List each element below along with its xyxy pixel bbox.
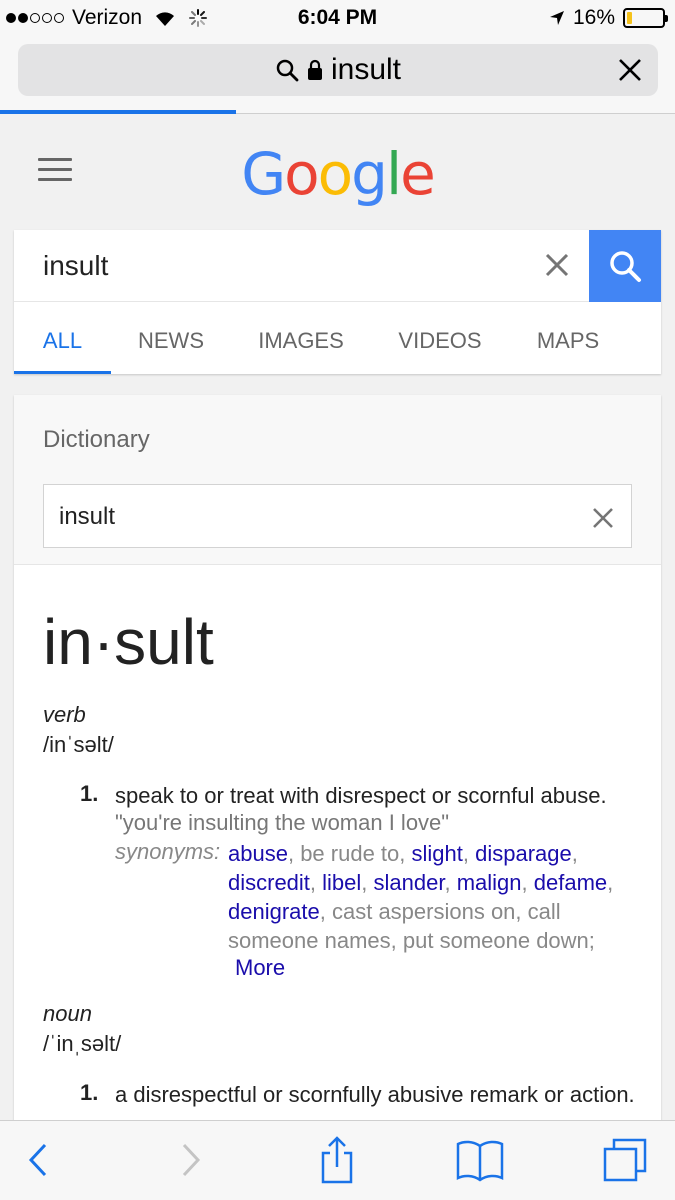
search-card: insult ALL NEWS IMAGES VIDEOS MAPS: [14, 230, 661, 374]
synonym-link[interactable]: malign: [457, 870, 522, 895]
synonym-link[interactable]: abuse: [228, 841, 288, 866]
noun-definition: a disrespectful or scornfully abusive re…: [115, 1082, 635, 1107]
search-icon: [276, 59, 299, 82]
clear-search-icon[interactable]: [544, 252, 570, 278]
noun-pos: noun: [43, 1001, 92, 1026]
bookmarks-button[interactable]: [455, 1135, 505, 1185]
synonym-link[interactable]: slander: [374, 870, 445, 895]
noun-pronunciation: /ˈinˌsəlt/: [43, 1031, 122, 1056]
chevron-right-icon: [182, 1143, 201, 1177]
status-bar: Verizon 6:04 PM 16%: [0, 0, 675, 40]
synonym-link[interactable]: discredit: [228, 870, 310, 895]
search-button[interactable]: [589, 230, 661, 302]
browser-address-area: insult: [0, 40, 675, 114]
verb-definition: speak to or treat with disrespect or sco…: [115, 783, 607, 808]
tabs-icon: [603, 1138, 647, 1182]
synonym-link[interactable]: libel: [322, 870, 361, 895]
location-arrow-icon: [549, 11, 564, 25]
dictionary-input-value: insult: [59, 503, 116, 530]
headword: in·sult: [43, 606, 214, 678]
google-header: Google: [0, 114, 675, 226]
address-bar[interactable]: insult: [18, 44, 658, 96]
dictionary-card: Dictionary insult in·sult verb /inˈsəlt/…: [14, 395, 661, 1135]
tab-all[interactable]: ALL: [14, 302, 111, 374]
url-text: insult: [330, 53, 402, 86]
search-tabs: ALL NEWS IMAGES VIDEOS MAPS: [14, 302, 661, 374]
synonyms-label: synonyms:: [115, 839, 221, 864]
more-synonyms-link[interactable]: More: [235, 955, 285, 981]
battery-icon: [623, 8, 668, 28]
tab-videos[interactable]: VIDEOS: [371, 302, 509, 374]
dictionary-input[interactable]: insult: [43, 484, 632, 548]
google-logo[interactable]: Google: [0, 140, 675, 208]
forward-button[interactable]: [165, 1135, 215, 1185]
verb-example: "you're insulting the woman I love": [115, 810, 450, 835]
dictionary-title: Dictionary: [43, 426, 150, 453]
synonym-link[interactable]: disparage: [475, 841, 572, 866]
search-icon: [610, 251, 641, 282]
synonym-link[interactable]: defame: [534, 870, 607, 895]
verb-pronunciation: /inˈsəlt/: [43, 732, 114, 757]
noun-def-number: 1.: [80, 1080, 99, 1105]
status-right: 16%: [549, 6, 668, 30]
tab-news[interactable]: NEWS: [111, 302, 231, 374]
share-icon: [321, 1136, 353, 1184]
search-input[interactable]: insult: [43, 250, 108, 282]
tabs-button[interactable]: [600, 1135, 650, 1185]
book-icon: [456, 1140, 504, 1182]
synonym-link[interactable]: slight: [412, 841, 463, 866]
synonym-text: cast aspersions on: [331, 899, 516, 924]
verb-pos: verb: [43, 702, 86, 727]
tab-images[interactable]: IMAGES: [231, 302, 371, 374]
back-button[interactable]: [14, 1135, 64, 1185]
dictionary-header: Dictionary insult: [14, 395, 661, 565]
clear-dictionary-icon[interactable]: [592, 507, 614, 529]
search-row: insult: [14, 230, 661, 302]
battery-percent: 16%: [572, 6, 615, 29]
close-icon[interactable]: [616, 56, 644, 84]
share-button[interactable]: [312, 1135, 362, 1185]
lock-icon: [307, 59, 322, 80]
browser-toolbar: [0, 1120, 675, 1200]
synonym-text: be rude to: [300, 841, 400, 866]
tab-maps[interactable]: MAPS: [509, 302, 627, 374]
synonyms-list: abuse, be rude to, slight, disparage, di…: [228, 841, 614, 953]
verb-def-number: 1.: [80, 781, 99, 806]
address-content: insult: [18, 44, 658, 96]
battery-fill: [627, 12, 633, 24]
chevron-left-icon: [28, 1143, 47, 1177]
synonym-text: put someone down: [402, 928, 589, 953]
synonym-link[interactable]: denigrate: [228, 899, 320, 924]
